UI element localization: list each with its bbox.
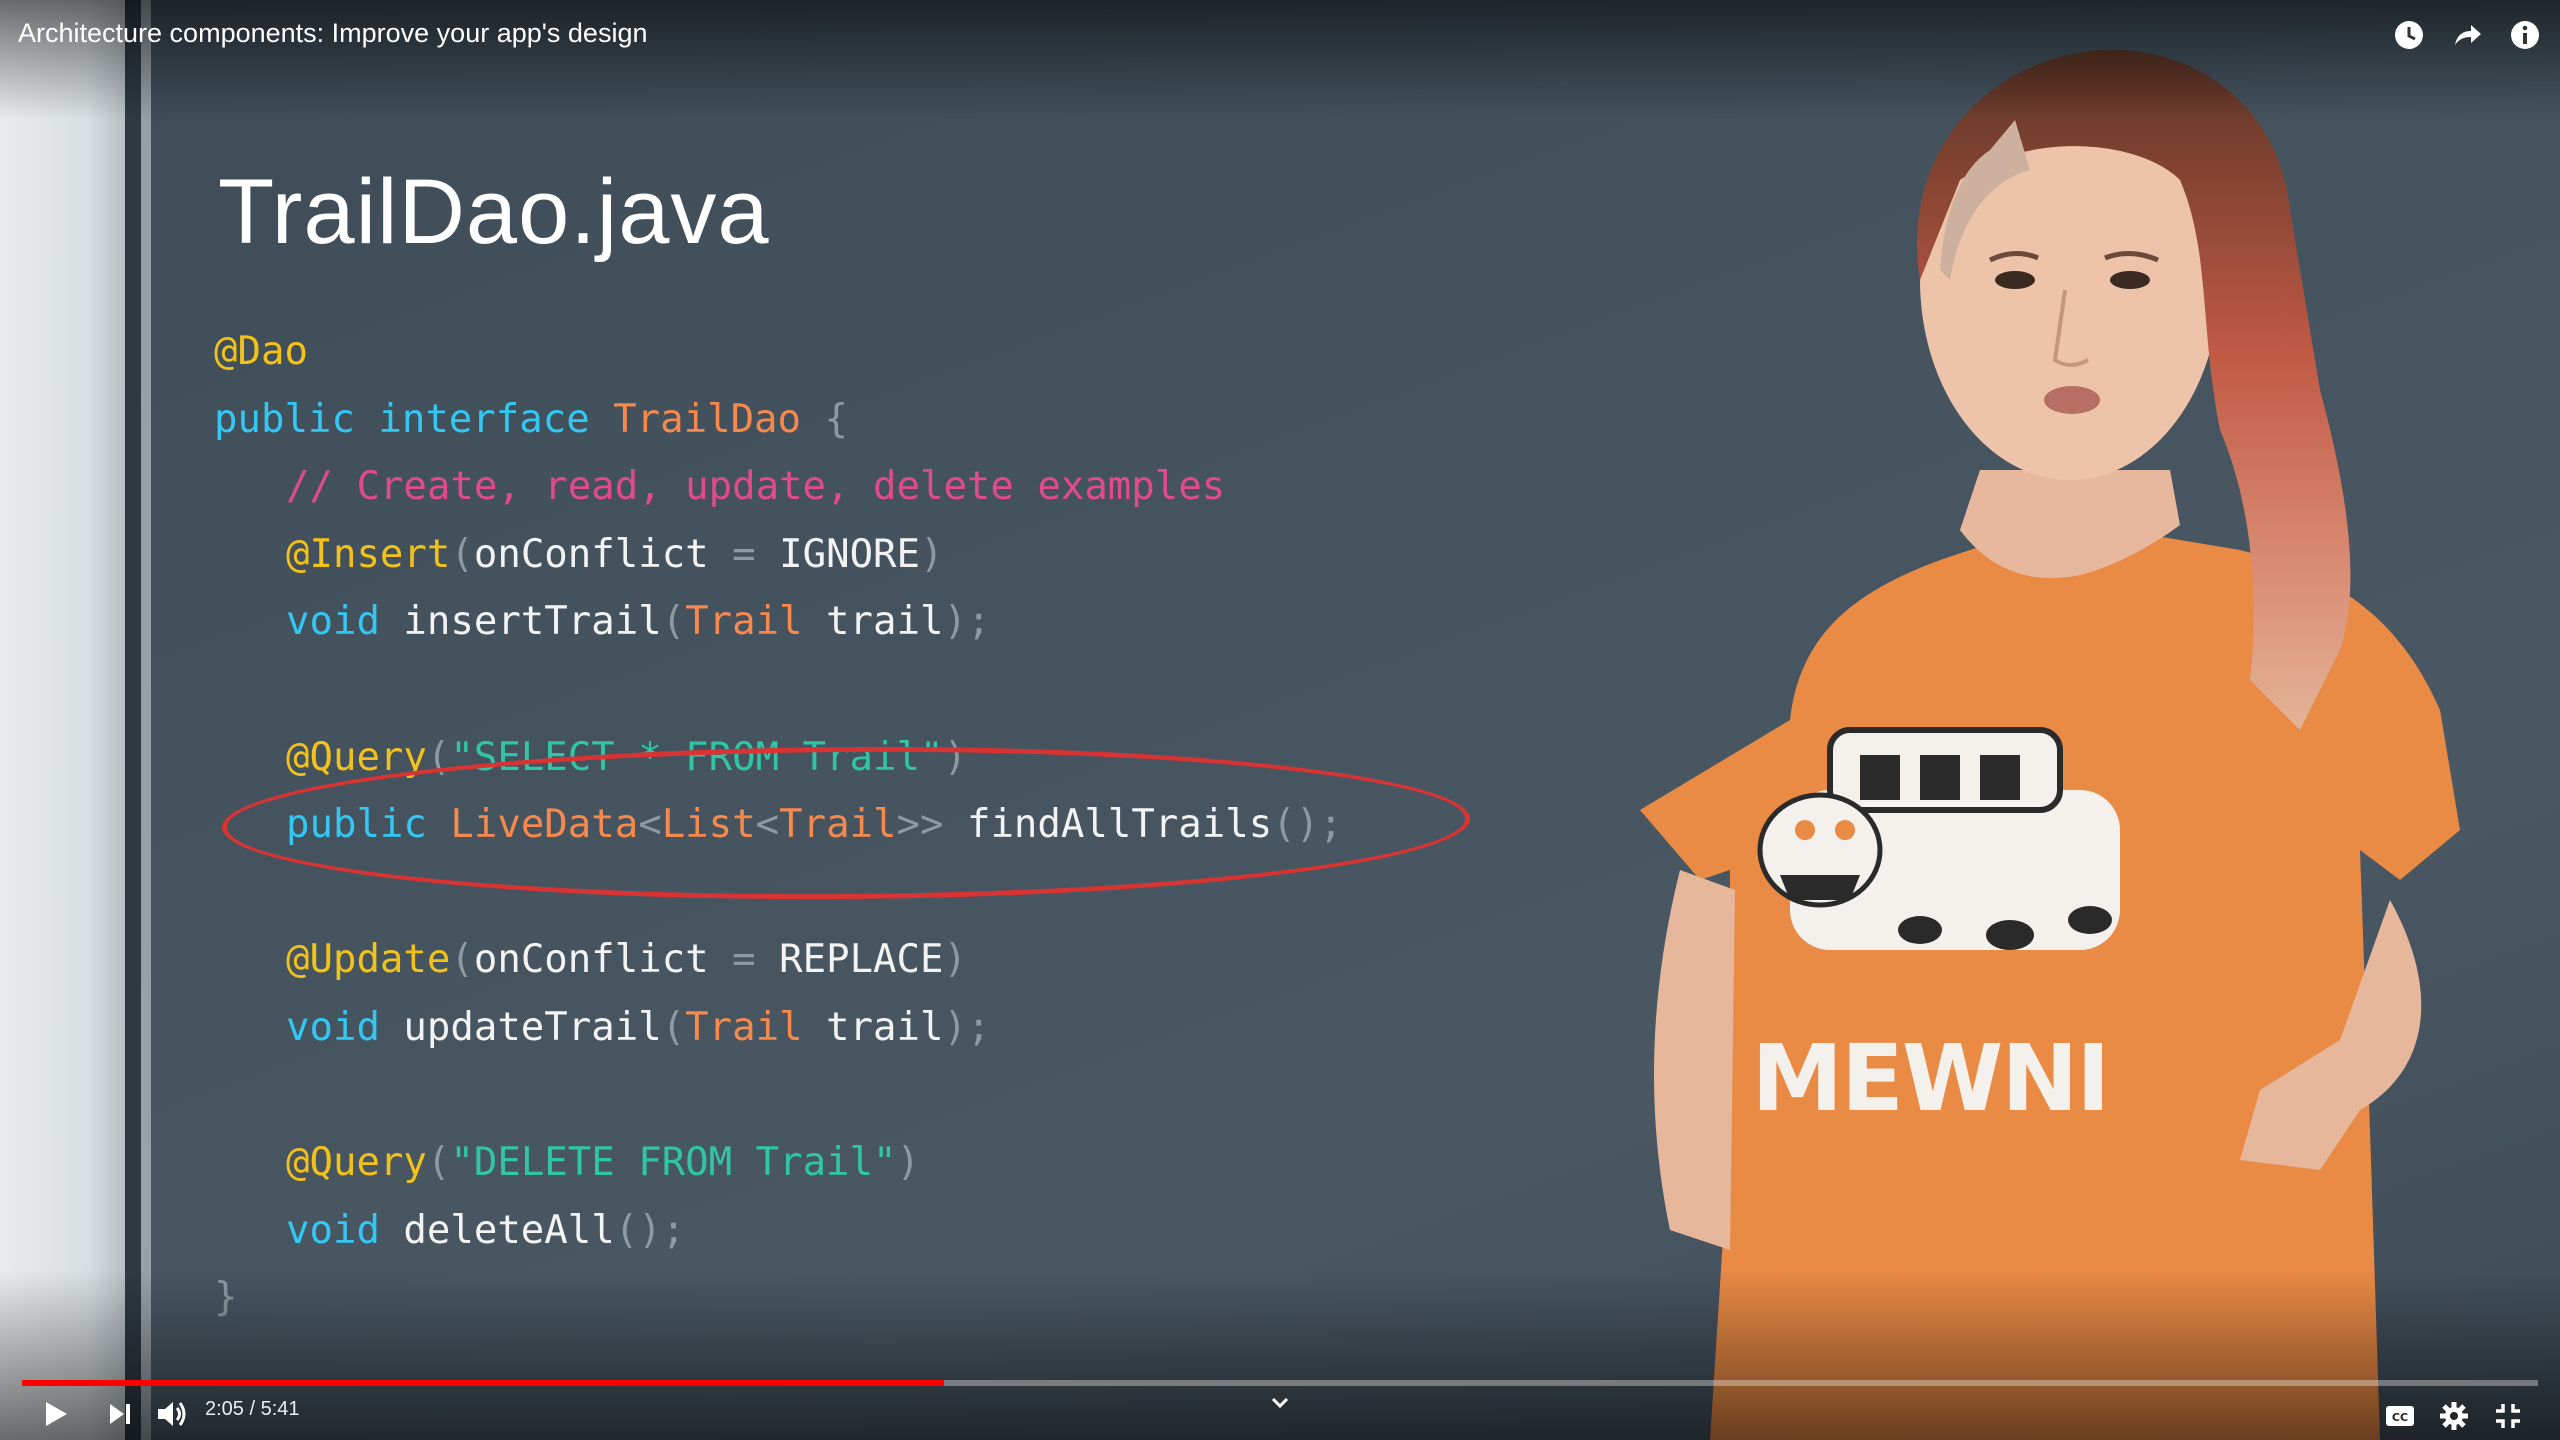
code-token: );	[943, 1004, 991, 1050]
code-line: // Create, read, update, delete examples	[214, 453, 1343, 521]
code-token: deleteAll	[403, 1207, 615, 1253]
code-token: (	[426, 1140, 451, 1186]
top-icon-bar	[2392, 18, 2542, 52]
window-light	[0, 0, 125, 1440]
code-token: TrailDao	[613, 396, 802, 442]
code-token: updateTrail	[403, 1004, 662, 1050]
code-token: REPLACE	[779, 937, 944, 983]
video-frame[interactable]: TrailDao.java @Dao public interface Trail…	[0, 0, 2560, 1440]
code-line: @Update(onConflict = REPLACE)	[214, 926, 1343, 994]
code-token: trail	[802, 599, 944, 645]
svg-text:CC: CC	[2392, 1411, 2408, 1424]
code-line: void deleteAll();	[214, 1197, 1343, 1265]
chevron-down-icon[interactable]	[1268, 1393, 1292, 1413]
code-token: (	[661, 599, 686, 645]
code-token: Trail	[685, 599, 803, 645]
presenter: MEWNI	[1640, 49, 2460, 1440]
video-title[interactable]: Architecture components: Improve your ap…	[18, 18, 647, 49]
progress-played	[22, 1380, 945, 1386]
code-token: )	[920, 531, 944, 577]
exit-fullscreen-icon	[2496, 1404, 2520, 1428]
code-token: insertTrail	[403, 599, 662, 645]
shirt-text: MEWNI	[1751, 1025, 2108, 1132]
code-token: trail	[802, 1004, 944, 1050]
code-token: );	[943, 599, 991, 645]
share-icon[interactable]	[2450, 18, 2484, 52]
play-icon	[46, 1402, 67, 1426]
next-button[interactable]	[100, 1392, 140, 1436]
volume-icon	[158, 1402, 186, 1426]
code-token: =	[708, 937, 780, 983]
code-token: @Insert	[286, 531, 451, 577]
code-token: @Update	[286, 937, 451, 983]
code-token: public interface	[214, 396, 614, 442]
settings-icon	[2440, 1402, 2468, 1430]
code-token: // Create, read, update, delete examples	[286, 464, 1226, 510]
next-icon	[110, 1404, 130, 1424]
exit-fullscreen-button[interactable]	[2488, 1394, 2528, 1438]
code-token: @Dao	[214, 329, 308, 374]
window-frame	[125, 0, 141, 1440]
code-token: )	[943, 937, 967, 983]
code-token: ();	[614, 1207, 686, 1253]
code-token: void	[286, 1004, 404, 1050]
play-button[interactable]	[36, 1392, 76, 1436]
code-token: "DELETE FROM Trail"	[450, 1140, 897, 1186]
code-token: )	[896, 1140, 920, 1186]
watch-later-icon[interactable]	[2392, 18, 2426, 52]
captions-icon: CC	[2386, 1406, 2414, 1426]
code-token: onConflict	[473, 937, 709, 983]
code-token: @Query	[286, 1140, 427, 1186]
slide-title: TrailDao.java	[218, 161, 770, 263]
code-token: IGNORE	[779, 531, 921, 577]
code-token: {	[801, 396, 848, 442]
settings-button[interactable]	[2434, 1394, 2474, 1438]
code-token: (	[450, 531, 474, 577]
code-line: @Dao	[214, 318, 1343, 386]
code-line: public interface TrailDao {	[214, 386, 1343, 454]
code-line: void insertTrail(Trail trail);	[214, 588, 1343, 656]
window-frame-highlight	[141, 0, 151, 1440]
code-token: (	[450, 937, 474, 983]
code-token: void	[286, 599, 404, 645]
code-token: Trail	[685, 1004, 803, 1050]
volume-button[interactable]	[152, 1392, 192, 1436]
info-icon[interactable]	[2508, 18, 2542, 52]
code-line: @Query("DELETE FROM Trail")	[214, 1129, 1343, 1197]
code-token: =	[708, 531, 780, 577]
code-token: onConflict	[473, 531, 709, 577]
code-line: void updateTrail(Trail trail);	[214, 994, 1343, 1062]
video-player[interactable]: TrailDao.java @Dao public interface Trail…	[0, 0, 2560, 1440]
code-line: @Insert(onConflict = IGNORE)	[214, 521, 1343, 589]
progress-bar[interactable]	[22, 1380, 2538, 1386]
code-token: void	[286, 1207, 404, 1253]
captions-button[interactable]: CC	[2380, 1394, 2420, 1438]
code-token: (	[661, 1004, 686, 1050]
time-display: 2:05 / 5:41	[205, 1398, 300, 1420]
